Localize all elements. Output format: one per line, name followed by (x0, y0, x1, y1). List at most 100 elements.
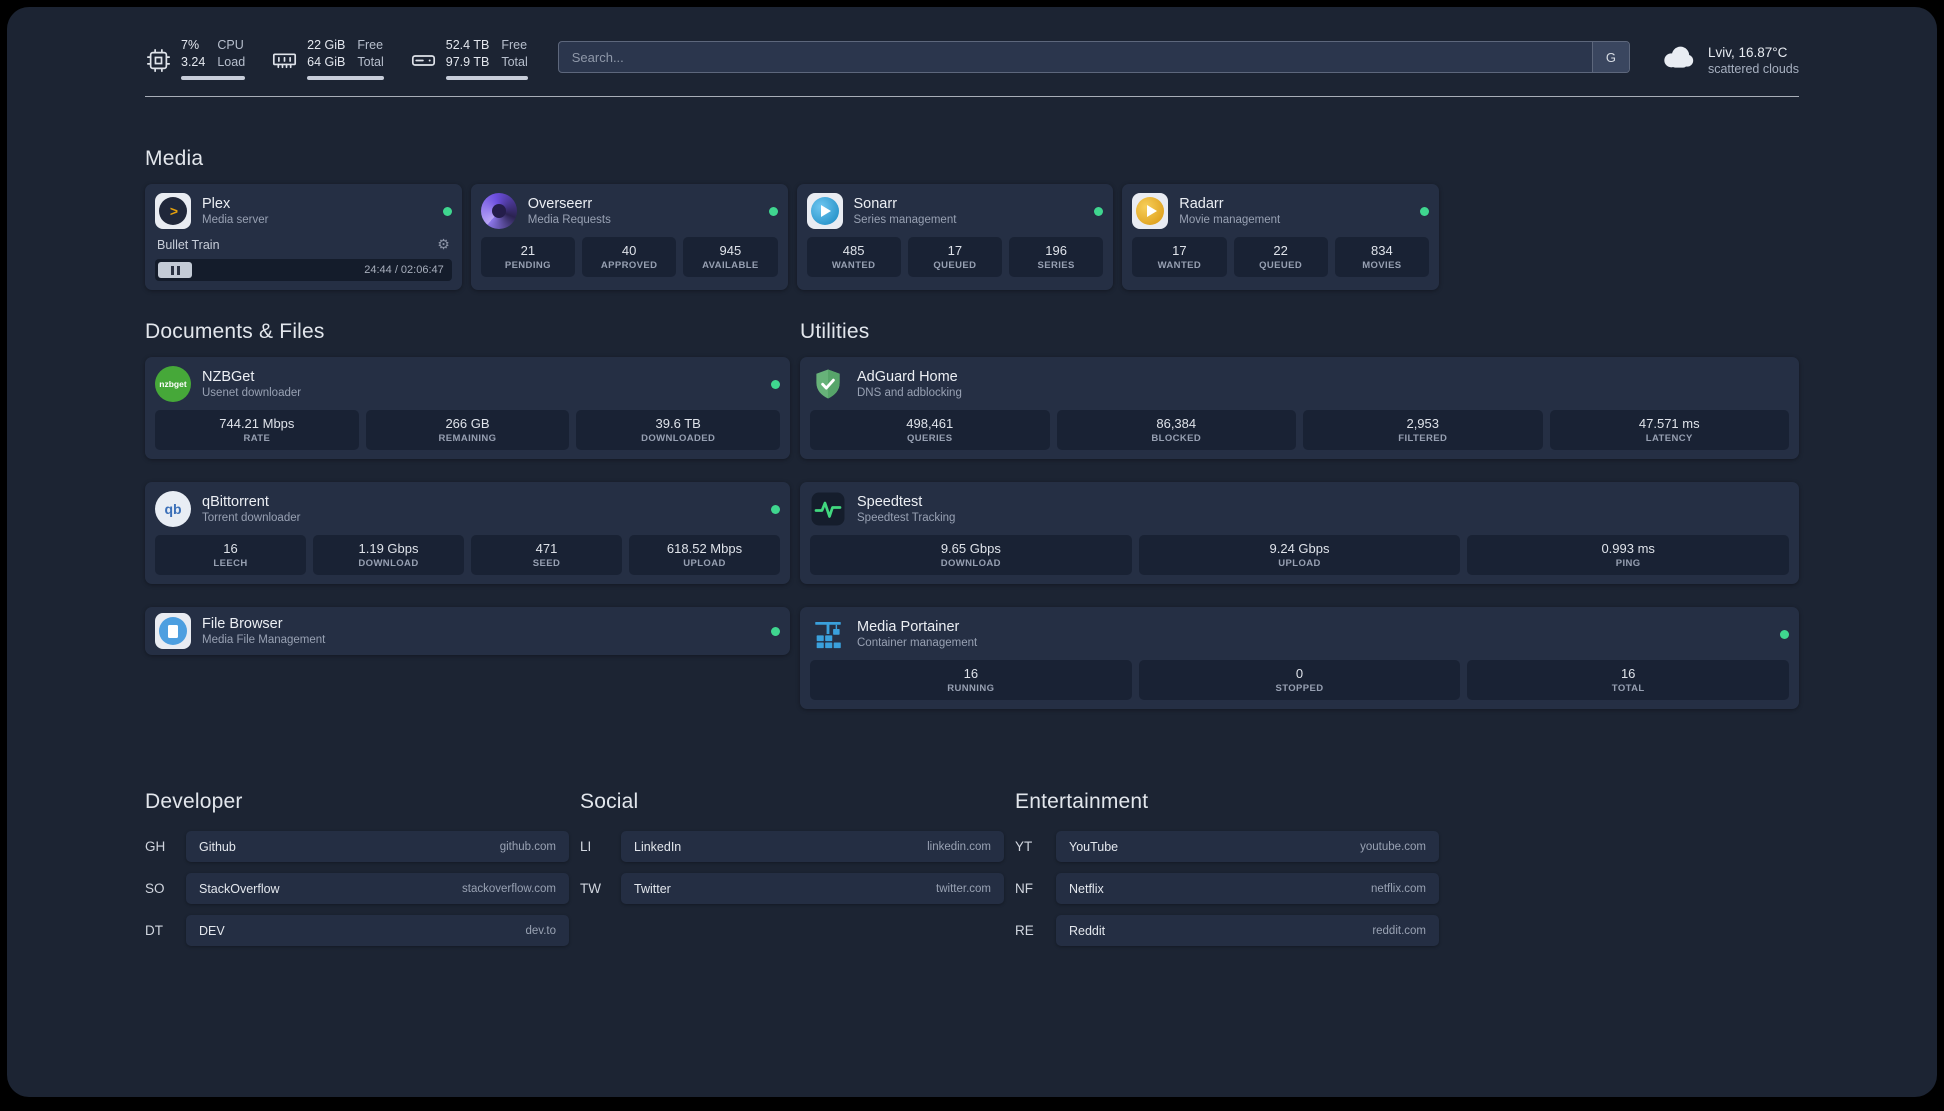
bookmark-item: GH Github github.com (145, 831, 569, 862)
adguard-icon (810, 366, 846, 402)
weather-condition: scattered clouds (1707, 62, 1799, 76)
service-card-portainer[interactable]: Media Portainer Container management 16 … (800, 607, 1799, 709)
bookmark-abbr: TW (580, 881, 601, 896)
qbittorrent-icon: qb (155, 491, 191, 527)
cpu-load: 3.24 (181, 55, 206, 69)
overseerr-icon (480, 193, 517, 229)
cpu-usage-bar (181, 76, 246, 80)
status-dot (771, 504, 780, 514)
service-card-plex[interactable]: > Plex Media server Bullet Train ⚙ 24:44… (145, 184, 462, 290)
memory-widget: 22 GiB 64 GiB Free Total (271, 37, 384, 80)
disk-free-label: Free (501, 38, 528, 52)
memory-free: 22 GiB (307, 38, 346, 52)
memory-usage-bar (307, 76, 384, 80)
bookmark-link-netflix[interactable]: Netflix netflix.com (1056, 873, 1439, 904)
stat-downloaded: 39.6 TB DOWNLOADED (576, 410, 781, 450)
gear-icon[interactable]: ⚙ (437, 236, 450, 253)
stat-queued: 22 QUEUED (1233, 237, 1328, 277)
search-input[interactable] (558, 42, 1592, 72)
bookmark-link-github[interactable]: Github github.com (186, 831, 569, 862)
stat-total: 16 TOTAL (1467, 660, 1790, 700)
bookmark-item: DT DEV dev.to (145, 915, 569, 946)
bookmark-abbr: RE (1015, 923, 1034, 938)
bookmark-item: TW Twitter twitter.com (580, 873, 1004, 904)
bookmark-link-twitter[interactable]: Twitter twitter.com (621, 873, 1004, 904)
service-description: Torrent downloader (202, 512, 301, 524)
stat-wanted: 485 WANTED (806, 237, 901, 277)
section-title-social: Social (580, 790, 639, 813)
speedtest-icon (810, 491, 846, 527)
service-description: Usenet downloader (202, 387, 302, 399)
status-dot (442, 206, 452, 216)
bookmark-link-dev[interactable]: DEV dev.to (186, 915, 569, 946)
radarr-icon (1132, 193, 1169, 229)
service-card-overseerr[interactable]: Overseerr Media Requests 21 PENDING 40 A… (470, 184, 788, 290)
stat-upload: 618.52 Mbps UPLOAD (629, 535, 780, 575)
bookmark-link-reddit[interactable]: Reddit reddit.com (1056, 915, 1439, 946)
status-dot (768, 206, 778, 216)
status-dot (771, 379, 780, 389)
bookmarks-section: Developer GH Github github.com SO StackO… (145, 790, 1439, 957)
stat-wanted: 17 WANTED (1132, 237, 1227, 277)
bookmark-abbr: LI (580, 839, 592, 854)
service-card-sonarr[interactable]: Sonarr Series management 485 WANTED 17 Q… (796, 184, 1114, 290)
bookmark-abbr: DT (145, 923, 163, 938)
stat-stopped: 0 STOPPED (1138, 660, 1461, 700)
dashboard: 7% 3.24 CPU Load 22 GiB 64 GiB Free Tota… (7, 7, 1937, 1097)
service-card-filebrowser[interactable]: File Browser Media File Management (145, 607, 790, 655)
section-documents: Documents & Files nzbget NZBGet Usenet d… (145, 320, 790, 678)
service-card-adguard[interactable]: AdGuard Home DNS and adblocking 498,461 … (800, 357, 1799, 459)
stat-remaining: 266 GB REMAINING (365, 410, 570, 450)
memory-free-label: Free (357, 38, 384, 52)
service-name: Sonarr (853, 196, 898, 212)
topbar: 7% 3.24 CPU Load 22 GiB 64 GiB Free Tota… (145, 37, 1799, 82)
bookmark-group-developer: Developer GH Github github.com SO StackO… (145, 790, 569, 957)
stat-latency: 47.571 ms LATENCY (1549, 410, 1789, 450)
search-provider-button[interactable]: G (1591, 42, 1629, 72)
stat-download: 1.19 Gbps DOWNLOAD (313, 535, 464, 575)
section-title-entertainment: Entertainment (1015, 790, 1149, 813)
portainer-icon (810, 616, 846, 652)
disk-total: 97.9 TB (445, 55, 490, 69)
section-media: Media > Plex Media server Bullet Train ⚙ (145, 147, 1799, 290)
bookmark-abbr: YT (1015, 839, 1033, 854)
disk-total-label: Total (501, 55, 528, 69)
status-dot (1420, 206, 1429, 216)
search-bar: G (557, 41, 1630, 73)
section-title-media: Media (145, 147, 204, 170)
stat-queries: 498,461 QUERIES (810, 410, 1050, 450)
memory-total: 64 GiB (307, 55, 346, 69)
service-card-qbittorrent[interactable]: qb qBittorrent Torrent downloader 16 LEE… (145, 482, 790, 584)
stat-download: 9.65 Gbps DOWNLOAD (810, 535, 1132, 575)
service-name: Overseerr (527, 196, 593, 212)
service-card-speedtest[interactable]: Speedtest Speedtest Tracking 9.65 Gbps D… (800, 482, 1799, 584)
service-description: Media server (202, 214, 269, 226)
bookmark-link-stackoverflow[interactable]: StackOverflow stackoverflow.com (186, 873, 569, 904)
status-dot (771, 626, 780, 636)
playback-bar[interactable]: 24:44 / 02:06:47 (155, 259, 452, 281)
cpu-percent: 7% (181, 38, 200, 52)
service-card-radarr[interactable]: Radarr Movie management 17 WANTED 22 QUE… (1122, 184, 1439, 290)
bookmark-link-youtube[interactable]: YouTube youtube.com (1056, 831, 1439, 862)
disk-widget: 52.4 TB 97.9 TB Free Total (410, 37, 528, 80)
stat-pending: 21 PENDING (480, 237, 575, 277)
stat-available: 945 AVAILABLE (683, 237, 778, 277)
service-card-nzbget[interactable]: nzbget NZBGet Usenet downloader 744.21 M… (145, 357, 790, 459)
service-description: Media Requests (527, 214, 611, 226)
cpu-icon (145, 37, 172, 80)
bookmark-item: LI LinkedIn linkedin.com (580, 831, 1004, 862)
bookmark-item: SO StackOverflow stackoverflow.com (145, 873, 569, 904)
bookmark-link-linkedin[interactable]: LinkedIn linkedin.com (621, 831, 1004, 862)
section-title-documents: Documents & Files (145, 320, 325, 343)
pause-button[interactable] (158, 262, 192, 278)
service-name: Media Portainer (857, 619, 960, 635)
nzbget-icon: nzbget (155, 366, 191, 402)
header-divider (145, 96, 1799, 97)
stat-upload: 9.24 Gbps UPLOAD (1138, 535, 1461, 575)
service-name: Plex (202, 196, 231, 212)
now-playing-title: Bullet Train (157, 237, 220, 252)
stat-series: 196 SERIES (1009, 237, 1104, 277)
service-name: AdGuard Home (857, 369, 958, 385)
filebrowser-icon (155, 613, 191, 649)
sonarr-icon (806, 193, 843, 229)
